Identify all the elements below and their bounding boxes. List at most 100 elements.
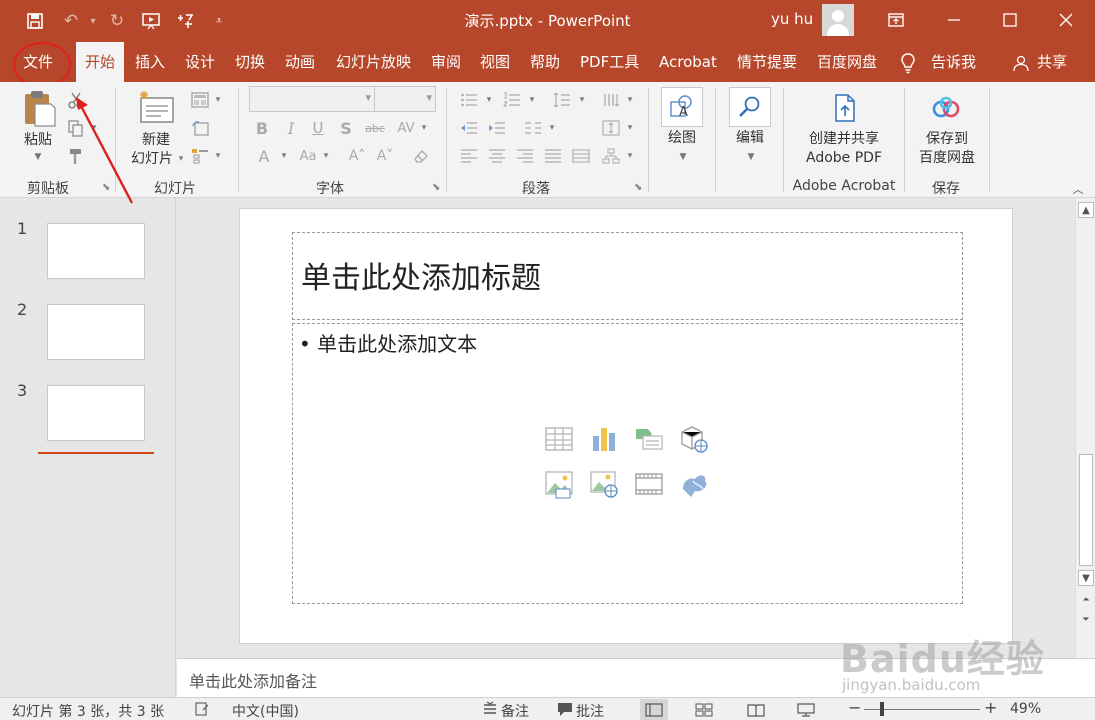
new-slide-label[interactable]: 新建 (128, 131, 184, 150)
text-direction-icon[interactable] (600, 90, 622, 110)
text-shadow-icon[interactable]: S (337, 118, 355, 138)
user-name[interactable]: yu hu (771, 10, 813, 28)
insert-chart-icon[interactable] (589, 424, 619, 454)
layout-dropdown-icon[interactable]: ▾ (212, 94, 224, 106)
new-slide-button[interactable]: 幻灯片 (126, 150, 178, 169)
create-share-pdf-icon[interactable] (830, 92, 860, 124)
customize-qat-icon[interactable]: ⩡ (206, 8, 232, 34)
strikethrough-icon[interactable]: abc (362, 118, 388, 138)
reset-slide-icon[interactable] (190, 118, 210, 138)
columns-icon[interactable] (522, 118, 544, 138)
copy-dropdown-icon[interactable]: ▾ (88, 122, 100, 134)
baidu-netdisk-icon[interactable] (930, 94, 962, 122)
tab-slideshow[interactable]: 幻灯片放映 (327, 42, 420, 82)
copy-icon[interactable] (66, 118, 86, 138)
language-status[interactable]: 中文(中国) (232, 701, 299, 720)
character-spacing-icon[interactable]: AV (393, 118, 419, 138)
minimize-icon[interactable] (938, 6, 970, 34)
font-color-icon[interactable]: A (254, 146, 274, 166)
tab-review[interactable]: 审阅 (422, 42, 470, 82)
paragraph-launcher-icon[interactable]: ⬊ (634, 182, 642, 193)
tab-home[interactable]: 开始 (76, 42, 125, 82)
slide-sorter-icon[interactable] (690, 699, 718, 720)
align-left-icon[interactable] (458, 146, 480, 166)
new-slide-dropdown-icon[interactable]: ▾ (175, 152, 187, 166)
clipboard-launcher-icon[interactable]: ⬊ (102, 182, 110, 193)
insert-smartart-icon[interactable] (634, 424, 664, 454)
zoom-out-icon[interactable]: − (848, 698, 861, 717)
tab-view[interactable]: 视图 (471, 42, 519, 82)
text-direction-dropdown-icon[interactable]: ▾ (624, 94, 636, 106)
format-painter-icon[interactable] (66, 146, 86, 166)
drawing-button[interactable]: 绘图 (660, 129, 704, 148)
insert-3d-model-icon[interactable] (679, 424, 709, 454)
start-slideshow-icon[interactable] (138, 8, 164, 34)
title-placeholder[interactable]: 单击此处添加标题 (292, 232, 963, 320)
content-placeholder[interactable]: • 单击此处添加文本 (292, 323, 963, 604)
tab-pdf-tools[interactable]: PDF工具 (571, 42, 648, 82)
collapse-ribbon-icon[interactable]: ︿ (1070, 182, 1086, 196)
distributed-icon[interactable] (570, 146, 592, 166)
notes-toggle-button[interactable]: 备注 (501, 701, 529, 720)
columns-dropdown-icon[interactable]: ▾ (546, 122, 558, 134)
increase-font-size-icon[interactable]: A˄ (346, 146, 368, 166)
smartart-dropdown-icon[interactable]: ▾ (624, 150, 636, 162)
current-slide[interactable]: 单击此处添加标题 • 单击此处添加文本 (239, 208, 1013, 644)
font-size-dropdown[interactable]: ▾ (374, 86, 436, 112)
tab-help[interactable]: 帮助 (521, 42, 569, 82)
italic-icon[interactable]: I (282, 118, 300, 138)
save-icon[interactable] (22, 8, 48, 34)
create-share-pdf-label[interactable]: 创建并共享 (796, 130, 892, 149)
cut-icon[interactable] (66, 90, 86, 110)
avatar[interactable] (822, 4, 854, 36)
tab-baidu-netdisk[interactable]: 百度网盘 (808, 42, 886, 82)
insert-picture-icon[interactable] (544, 469, 574, 499)
notes-toggle-icon[interactable] (482, 701, 498, 720)
reading-view-icon[interactable] (742, 699, 770, 720)
smartart-icon[interactable] (600, 146, 622, 166)
tab-insert[interactable]: 插入 (126, 42, 174, 82)
numbering-icon[interactable] (501, 90, 523, 110)
slide-thumbnail[interactable] (47, 385, 145, 441)
insert-icons-icon[interactable] (679, 469, 709, 499)
insert-video-icon[interactable] (634, 469, 664, 499)
next-slide-icon[interactable]: ⏷ (1078, 612, 1094, 628)
save-to-baidu-button[interactable]: 百度网盘 (910, 149, 984, 168)
previous-slide-icon[interactable]: ⏶ (1078, 592, 1094, 608)
align-text-dropdown-icon[interactable]: ▾ (624, 122, 636, 134)
paste-dropdown-icon[interactable]: ▼ (30, 150, 46, 164)
new-slide-icon[interactable] (136, 88, 178, 128)
editing-find-icon[interactable] (729, 87, 771, 127)
font-launcher-icon[interactable]: ⬊ (432, 182, 440, 193)
line-spacing-dropdown-icon[interactable]: ▾ (576, 94, 588, 106)
section-dropdown-icon[interactable]: ▾ (212, 150, 224, 162)
create-share-pdf-button[interactable]: Adobe PDF (796, 149, 892, 168)
bullets-dropdown-icon[interactable]: ▾ (483, 94, 495, 106)
comments-icon[interactable] (556, 701, 574, 720)
save-to-baidu-label[interactable]: 保存到 (910, 130, 984, 149)
decrease-indent-icon[interactable] (458, 118, 480, 138)
editing-dropdown-icon[interactable]: ▼ (744, 150, 758, 164)
drawing-shapes-icon[interactable]: A (661, 87, 703, 127)
insert-table-icon[interactable] (544, 424, 574, 454)
tab-animations[interactable]: 动画 (276, 42, 324, 82)
scroll-up-icon[interactable]: ▲ (1078, 202, 1094, 218)
justify-icon[interactable] (542, 146, 564, 166)
maximize-icon[interactable] (994, 6, 1026, 34)
tab-design[interactable]: 设计 (176, 42, 224, 82)
clear-formatting-icon[interactable] (410, 146, 432, 166)
align-right-icon[interactable] (514, 146, 536, 166)
paste-icon[interactable] (20, 88, 58, 128)
normal-view-icon[interactable] (640, 699, 668, 720)
vertical-scrollbar[interactable]: ▲ ▼ ⏶ ⏷ (1075, 198, 1095, 658)
tell-me-search[interactable]: 告诉我 (922, 42, 985, 82)
touch-mode-icon[interactable] (172, 8, 198, 34)
share-button[interactable]: 共享 (1028, 42, 1076, 82)
slide-thumbnail[interactable] (47, 223, 145, 279)
tab-acrobat[interactable]: Acrobat (650, 42, 726, 82)
underline-icon[interactable]: U (309, 118, 327, 138)
ribbon-display-options-icon[interactable] (880, 6, 912, 34)
undo-dropdown-icon[interactable]: ▾ (80, 8, 106, 34)
slide-thumbnail[interactable] (47, 304, 145, 360)
decrease-font-size-icon[interactable]: A˅ (374, 146, 396, 166)
